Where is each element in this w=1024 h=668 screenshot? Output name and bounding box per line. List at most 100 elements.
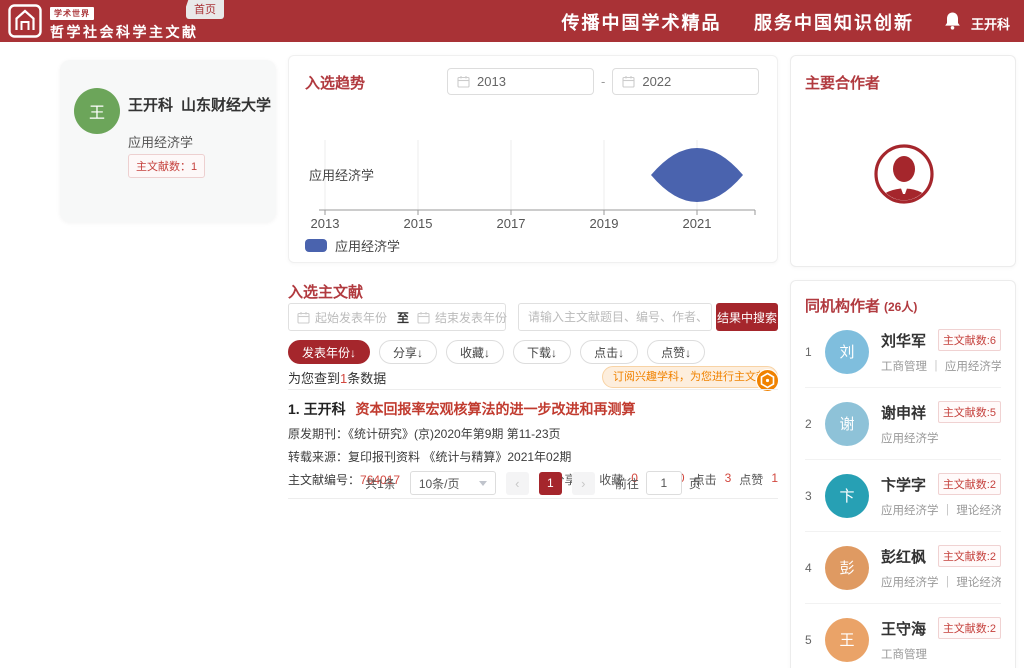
legend-swatch bbox=[305, 239, 327, 252]
slogan-part-1: 传播中国学术精品 bbox=[562, 13, 722, 33]
sort-pills-row: 发表年份↓ 分享↓ 收藏↓ 下载↓ 点击↓ 点赞↓ bbox=[288, 340, 705, 364]
trend-date-range: - bbox=[447, 68, 759, 95]
calendar-icon bbox=[417, 311, 430, 324]
org-author-name[interactable]: 刘华军 bbox=[881, 330, 926, 351]
sort-pill-download[interactable]: 下载↓ bbox=[513, 340, 571, 364]
top-header: 学术世界 哲学社会科学主文献 PHILOSOPHY AND SOCIAL SCI… bbox=[0, 0, 1024, 42]
calendar-icon bbox=[297, 311, 310, 324]
trend-start-year-value[interactable] bbox=[477, 74, 584, 89]
org-author-name[interactable]: 谢申祥 bbox=[881, 402, 926, 423]
header-slogan: 传播中国学术精品 服务中国知识创新 bbox=[562, 9, 915, 35]
goto-page-input[interactable] bbox=[646, 471, 682, 495]
org-authors-card: 同机构作者(26人) 1 刘 刘华军 主文献数:6 工商管理 ｜ 应用经济学 …… bbox=[790, 280, 1016, 668]
page: 学术世界 哲学社会科学主文献 PHILOSOPHY AND SOCIAL SCI… bbox=[0, 0, 1024, 668]
doc-list-title: 入选主文献 bbox=[288, 281, 363, 302]
org-author-avatar: 卞 bbox=[825, 474, 869, 518]
sort-pill-share[interactable]: 分享↓ bbox=[379, 340, 437, 364]
org-author-fields: 应用经济学 ｜ 理论经济学 bbox=[881, 574, 1001, 590]
result-source-line: 原发期刊：《统计研究》(京)2020年第9期 第11-23页 bbox=[288, 425, 778, 442]
org-author-row[interactable]: 4 彭 彭红枫 主文献数:2 应用经济学 ｜ 理论经济学 bbox=[805, 532, 1001, 604]
search-row: 起始发表年份 至 结束发表年份 结果中搜索 bbox=[288, 303, 778, 331]
author-profile-card: 王 王开科山东财经大学 应用经济学 主文献数：1 bbox=[60, 60, 276, 222]
org-author-doc-badge: 主文献数:2 bbox=[938, 545, 1001, 567]
person-placeholder-icon bbox=[872, 142, 936, 206]
keyword-search-input[interactable] bbox=[518, 303, 712, 331]
org-author-row[interactable]: 1 刘 刘华军 主文献数:6 工商管理 ｜ 应用经济学 … bbox=[805, 316, 1001, 388]
start-year-placeholder[interactable]: 起始发表年份 bbox=[315, 309, 387, 326]
count-suffix: 条数据 bbox=[347, 371, 386, 386]
org-author-fields: 应用经济学 ｜ 理论经济学 bbox=[881, 502, 1001, 518]
org-author-rank: 5 bbox=[805, 633, 818, 647]
source-value: 《统计研究》(京)2020年第9期 第11-23页 bbox=[348, 427, 561, 441]
result-author[interactable]: 王开科 bbox=[304, 401, 346, 417]
x-tick: 2017 bbox=[497, 216, 526, 231]
reprint-label: 转载来源： bbox=[288, 450, 348, 464]
next-page-button[interactable]: › bbox=[572, 472, 595, 495]
current-user-name[interactable]: 王开科 bbox=[971, 14, 1010, 33]
org-author-info: 卞学字 主文献数:2 应用经济学 ｜ 理论经济学 bbox=[881, 473, 1001, 518]
sort-pill-favorite[interactable]: 收藏↓ bbox=[446, 340, 504, 364]
trend-end-year-input[interactable] bbox=[612, 68, 759, 95]
org-author-fields: 工商管理 ｜ 应用经济学 … bbox=[881, 358, 1001, 374]
org-author-avatar: 王 bbox=[825, 618, 869, 662]
doc-count-badge: 主文献数：1 bbox=[128, 154, 205, 178]
x-tick: 2021 bbox=[683, 216, 712, 231]
trend-end-year-value[interactable] bbox=[642, 74, 749, 89]
org-author-doc-badge: 主文献数:5 bbox=[938, 401, 1001, 423]
pagination-total: 共1条 bbox=[365, 475, 396, 492]
org-author-rank: 4 bbox=[805, 561, 818, 575]
sort-pill-like[interactable]: 点赞↓ bbox=[647, 340, 705, 364]
org-author-info: 刘华军 主文献数:6 工商管理 ｜ 应用经济学 … bbox=[881, 329, 1001, 374]
to-label: 至 bbox=[397, 309, 409, 326]
source-label: 原发期刊： bbox=[288, 427, 348, 441]
author-name: 王开科 bbox=[128, 97, 173, 114]
org-author-info: 谢申祥 主文献数:5 应用经济学 bbox=[881, 401, 1001, 446]
result-title-link[interactable]: 资本回报率宏观核算法的进一步改进和再测算 bbox=[355, 401, 635, 417]
org-author-row[interactable]: 2 谢 谢申祥 主文献数:5 应用经济学 bbox=[805, 388, 1001, 460]
search-in-results-button[interactable]: 结果中搜索 bbox=[716, 303, 778, 331]
subscribe-tip-banner[interactable]: 订阅兴趣学科，为您进行主文献个性化推荐。 bbox=[602, 366, 778, 388]
org-author-avatar: 彭 bbox=[825, 546, 869, 590]
publish-year-range-input[interactable]: 起始发表年份 至 结束发表年份 bbox=[288, 303, 506, 331]
org-author-info: 王守海 主文献数:2 工商管理 bbox=[881, 617, 1001, 662]
org-author-name[interactable]: 王守海 bbox=[881, 618, 926, 639]
org-author-name[interactable]: 彭红枫 bbox=[881, 546, 926, 567]
chart-legend[interactable]: 应用经济学 bbox=[305, 236, 400, 255]
notification-bell-icon[interactable] bbox=[943, 11, 962, 31]
org-author-avatar: 谢 bbox=[825, 402, 869, 446]
legend-label: 应用经济学 bbox=[335, 236, 400, 255]
trend-start-year-input[interactable] bbox=[447, 68, 594, 95]
org-author-fields: 应用经济学 bbox=[881, 430, 1001, 446]
sort-pill-publish-year[interactable]: 发表年份↓ bbox=[288, 340, 370, 364]
current-page-button[interactable]: 1 bbox=[539, 472, 562, 495]
count-prefix: 为您查到 bbox=[288, 371, 340, 386]
x-tick: 2019 bbox=[590, 216, 619, 231]
sort-pill-click[interactable]: 点击↓ bbox=[580, 340, 638, 364]
page-size-select[interactable]: 10条/页 bbox=[410, 471, 496, 495]
org-author-row[interactable]: 5 王 王守海 主文献数:2 工商管理 bbox=[805, 604, 1001, 668]
author-avatar: 王 bbox=[74, 88, 120, 134]
result-reprint-line: 转载来源：复印报刊资料 《统计与精算》2021年02期 bbox=[288, 448, 778, 465]
side-column: 主要合作者 同机构作者(26人) 1 刘 刘华军 bbox=[790, 55, 1016, 668]
page-unit-label: 页 bbox=[689, 475, 701, 492]
org-author-rank: 2 bbox=[805, 417, 818, 431]
result-index: 1. bbox=[288, 401, 300, 417]
end-year-placeholder[interactable]: 结束发表年份 bbox=[435, 309, 507, 326]
author-discipline: 应用经济学 bbox=[128, 132, 193, 151]
page-size-value: 10条/页 bbox=[419, 475, 460, 492]
org-author-fields: 工商管理 bbox=[881, 646, 1001, 662]
site-logo-icon[interactable] bbox=[8, 4, 42, 38]
result-count-text: 为您查到1条数据 bbox=[288, 368, 386, 387]
stream-series-label: 应用经济学 bbox=[309, 168, 374, 183]
org-author-name[interactable]: 卞学字 bbox=[881, 474, 926, 495]
prev-page-button[interactable]: ‹ bbox=[506, 472, 529, 495]
brand-title: 哲学社会科学主文献 bbox=[50, 22, 215, 42]
collaborators-title: 主要合作者 bbox=[805, 72, 880, 93]
home-tab[interactable]: 首页 bbox=[186, 0, 224, 19]
org-author-row[interactable]: 3 卞 卞学字 主文献数:2 应用经济学 ｜ 理论经济学 bbox=[805, 460, 1001, 532]
range-separator: - bbox=[601, 74, 605, 89]
x-tick: 2015 bbox=[404, 216, 433, 231]
brand-badge: 学术世界 bbox=[50, 7, 94, 20]
org-authors-count: (26人) bbox=[884, 300, 917, 314]
goto-label: 前往 bbox=[615, 475, 639, 492]
